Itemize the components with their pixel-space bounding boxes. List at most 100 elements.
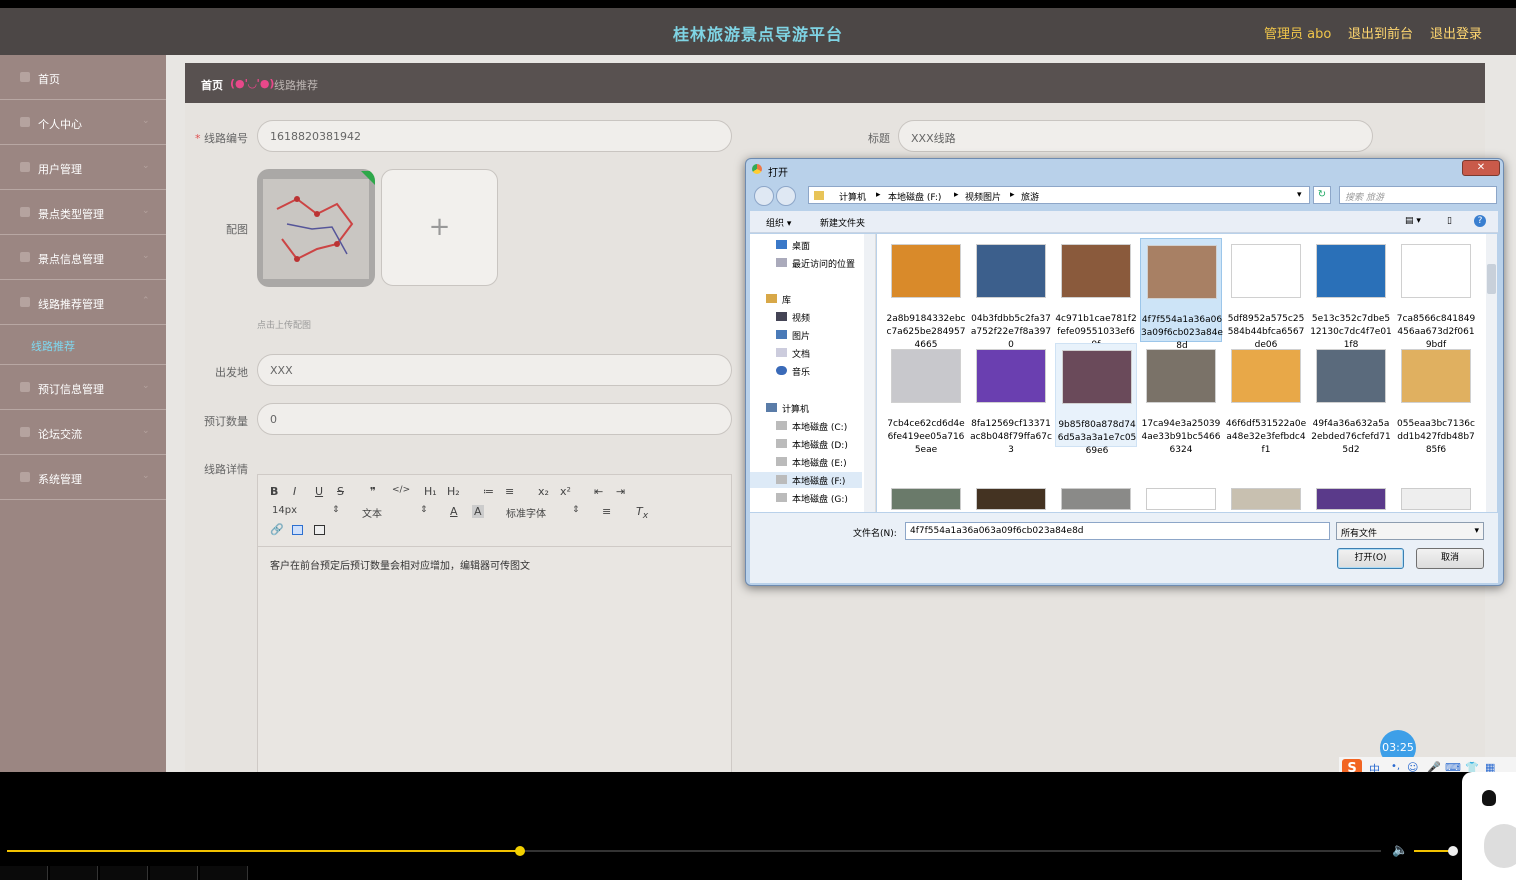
sidebar-item-route-recommend[interactable]: 线路推荐管理 ⌃ — [0, 280, 166, 325]
view-options-icon[interactable]: ▤ ▾ — [1405, 216, 1421, 226]
breadcrumb-home[interactable]: 首页 — [201, 77, 223, 93]
path-segment[interactable]: 计算机 — [839, 190, 866, 203]
file-thumbnail-partial[interactable] — [1316, 488, 1386, 510]
file-item[interactable]: 4f7f554a1a36a063a09f6cb023a84e8d — [1140, 238, 1223, 351]
tree-scrollbar[interactable] — [864, 234, 875, 512]
preview-pane-icon[interactable]: ▯ — [1447, 216, 1452, 226]
file-item[interactable]: 8fa12569cf13371ac8b048f79ffa67c3 — [970, 343, 1052, 455]
address-bar[interactable]: 计算机 ▸ 本地磁盘 (F:) ▸ 视频图片 ▸ 旅游 ▾ — [808, 186, 1310, 204]
file-item[interactable]: 5e13c352c7dbe512130c7dc4f7e011f8 — [1310, 238, 1392, 350]
heading1-button[interactable]: H₁ — [424, 485, 437, 498]
ordered-list-button[interactable]: ≔ — [483, 485, 494, 498]
tree-item-recent[interactable]: 最近访问的位置 — [750, 255, 862, 271]
uploaded-image-thumbnail[interactable] — [257, 169, 375, 287]
sidebar-item-spot-info[interactable]: 景点信息管理 ⌄ — [0, 235, 166, 280]
tree-item-computer[interactable]: 计算机 — [750, 400, 862, 416]
forward-button[interactable] — [776, 186, 796, 206]
keyboard-icon[interactable]: ⌨ — [1445, 761, 1461, 772]
editor-content[interactable]: 客户在前台预定后预订数量会相对应增加，编辑器可传图文 — [270, 557, 530, 572]
cancel-button[interactable]: 取消 — [1416, 548, 1484, 569]
volume-icon[interactable]: 🔈 — [1392, 843, 1408, 858]
tree-item-music[interactable]: 音乐 — [750, 363, 862, 379]
sidebar-item-home[interactable]: 首页 — [0, 55, 166, 100]
block-type-select[interactable]: 文本 — [362, 505, 382, 520]
sidebar-item-spot-types[interactable]: 景点类型管理 ⌄ — [0, 190, 166, 235]
background-color-icon[interactable]: A — [472, 505, 484, 518]
tree-item-drive-c[interactable]: 本地磁盘 (C:) — [750, 418, 862, 434]
sidebar-item-forum[interactable]: 论坛交流 ⌄ — [0, 410, 166, 455]
underline-button[interactable]: U — [315, 485, 323, 498]
path-segment[interactable]: 本地磁盘 (F:) — [888, 190, 941, 203]
file-item[interactable]: 055eaa3bc7136cdd1b427fdb48b785f6 — [1395, 343, 1477, 455]
taskbar-slot[interactable] — [150, 866, 198, 880]
tree-item-pictures[interactable]: 图片 — [750, 327, 862, 343]
superscript-button[interactable]: x² — [560, 485, 571, 498]
toolbox-icon[interactable]: ▦ — [1485, 761, 1495, 772]
tree-item-drive-e[interactable]: 本地磁盘 (E:) — [750, 454, 862, 470]
tree-item-drive-f[interactable]: 本地磁盘 (F:) — [750, 472, 862, 488]
file-thumbnail-partial[interactable] — [1146, 488, 1216, 510]
sidebar-item-system[interactable]: 系统管理 ⌄ — [0, 455, 166, 500]
file-item[interactable]: 4c971b1cae781f2fefe09551033ef69f — [1055, 238, 1137, 350]
file-item[interactable]: 49f4a36a632a5a2ebded76cfefd715d2 — [1310, 343, 1392, 455]
tree-item-drive-g[interactable]: 本地磁盘 (G:) — [750, 490, 862, 506]
seek-handle[interactable] — [515, 846, 525, 856]
font-family-select[interactable]: 标准字体 — [506, 505, 546, 520]
volume-handle[interactable] — [1448, 846, 1458, 856]
file-thumbnail-partial[interactable] — [1231, 488, 1301, 510]
file-item[interactable]: 7cb4ce62cd6d4e6fe419ee05a7165eae — [885, 343, 967, 455]
help-icon[interactable]: ? — [1474, 215, 1486, 227]
logout-link[interactable]: 退出登录 — [1430, 23, 1482, 42]
taskbar-slot[interactable] — [0, 866, 48, 880]
sidebar-subitem-route[interactable]: 线路推荐 — [0, 325, 166, 365]
sidebar-item-profile[interactable]: 个人中心 ⌄ — [0, 100, 166, 145]
image-icon[interactable] — [292, 525, 303, 535]
new-folder-button[interactable]: 新建文件夹 — [820, 216, 865, 229]
align-icon[interactable]: ≡ — [602, 505, 611, 518]
file-item[interactable]: 04b3fdbb5c2fa37a752f22e7f8a3970 — [970, 238, 1052, 350]
file-item[interactable]: 46f6df531522a0ea48e32e3fefbdc4f1 — [1225, 343, 1307, 455]
file-thumbnail-partial[interactable] — [1061, 488, 1131, 510]
bold-button[interactable]: B — [270, 485, 278, 498]
ime-toolbar[interactable]: S 中 •, ☺ 🎤 ⌨ 👕 ▦ — [1339, 757, 1516, 772]
skin-icon[interactable]: 👕 — [1465, 761, 1479, 772]
sidebar-item-users[interactable]: 用户管理 ⌄ — [0, 145, 166, 190]
file-thumbnail-partial[interactable] — [891, 488, 961, 510]
taskbar-slot[interactable] — [100, 866, 148, 880]
outdent-button[interactable]: ⇤ — [594, 485, 603, 498]
microphone-icon[interactable]: 🎤 — [1427, 761, 1441, 772]
file-list-scrollbar[interactable] — [1486, 234, 1497, 512]
back-button[interactable] — [754, 186, 774, 206]
file-item[interactable]: 2a8b9184332ebcc7a625be2849574665 — [885, 238, 967, 350]
link-icon[interactable]: 🔗 — [270, 523, 284, 536]
file-type-select[interactable]: 所有文件 ▾ — [1336, 522, 1484, 540]
quote-button[interactable]: ❞ — [370, 485, 376, 498]
title-input[interactable]: XXX线路 — [898, 120, 1373, 152]
indent-button[interactable]: ⇥ — [616, 485, 625, 498]
file-item[interactable]: 5df8952a575c25584b44bfca6567de06 — [1225, 238, 1307, 350]
subscript-button[interactable]: x₂ — [538, 485, 549, 498]
route-no-input[interactable]: 1618820381942 — [257, 120, 732, 152]
file-item[interactable]: 7ca8566c841849456aa673d2f0619bdf — [1395, 238, 1477, 350]
chevron-down-icon[interactable]: ▾ — [1297, 190, 1302, 200]
file-name-input[interactable]: 4f7f554a1a36a063a09f6cb023a84e8d — [905, 522, 1330, 540]
booking-count-input[interactable]: 0 — [257, 403, 732, 435]
qq-popup[interactable] — [1462, 772, 1516, 880]
tree-item-library[interactable]: 库 — [750, 291, 862, 307]
add-image-button[interactable]: + — [381, 169, 498, 286]
taskbar-slot[interactable] — [50, 866, 98, 880]
code-button[interactable]: </> — [392, 485, 410, 495]
video-icon[interactable] — [314, 525, 325, 535]
strike-button[interactable]: S — [337, 485, 344, 498]
file-thumbnail-partial[interactable] — [976, 488, 1046, 510]
punctuation-icon[interactable]: •, — [1391, 761, 1400, 772]
departure-input[interactable]: XXX — [257, 354, 732, 386]
dialog-close-button[interactable]: ✕ — [1462, 160, 1500, 176]
refresh-icon[interactable]: ↻ — [1313, 186, 1331, 204]
heading2-button[interactable]: H₂ — [447, 485, 460, 498]
tree-item-video[interactable]: 视频 — [750, 309, 862, 325]
sidebar-item-booking[interactable]: 预订信息管理 ⌄ — [0, 365, 166, 410]
ime-chinese-mode[interactable]: 中 — [1369, 761, 1380, 772]
emoji-icon[interactable]: ☺ — [1407, 761, 1418, 772]
tree-item-documents[interactable]: 文档 — [750, 345, 862, 361]
